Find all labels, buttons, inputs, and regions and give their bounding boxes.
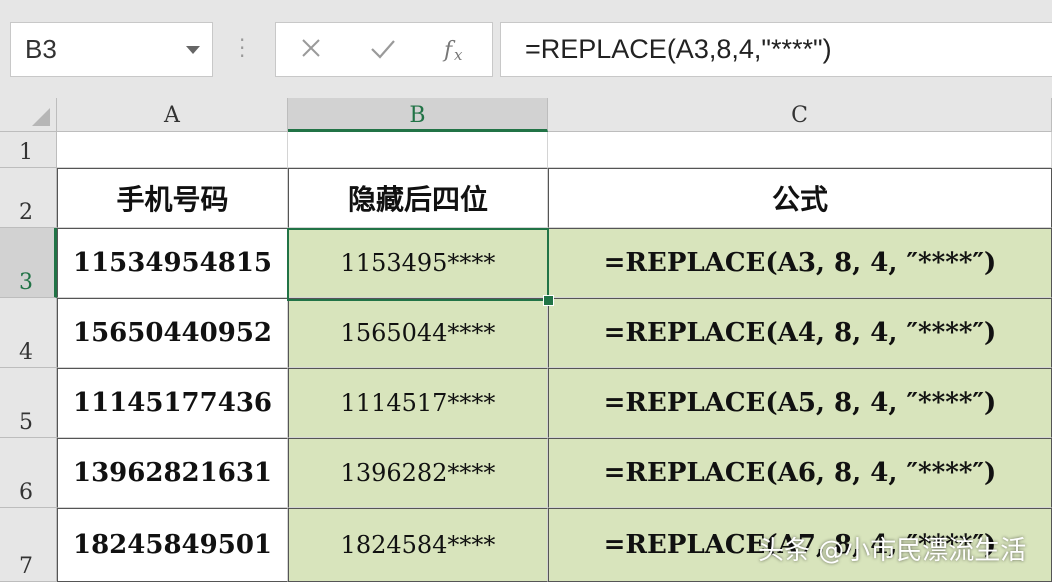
cell-a6[interactable]: 13962821631 <box>57 438 288 508</box>
formula-buttons: f x <box>275 22 493 77</box>
column-header-c[interactable]: C <box>548 98 1052 132</box>
cell-c4[interactable]: =REPLACE(A4, 8, 4, ″****″) <box>548 298 1052 368</box>
column-header-a[interactable]: A <box>57 98 288 132</box>
formula-input[interactable]: =REPLACE(A3,8,4,"****") <box>500 22 1052 77</box>
row-number: 1 <box>19 140 33 165</box>
cell-c5[interactable]: =REPLACE(A5, 8, 4, ″****″) <box>548 368 1052 438</box>
formula-text-cell: =REPLACE(A5, 8, 4, ″****″) <box>603 388 997 418</box>
phone-number: 11145177436 <box>73 388 272 418</box>
cell-b7[interactable]: 1824584**** <box>288 508 548 582</box>
masked-number: 1396282**** <box>340 459 496 487</box>
cell-b6[interactable]: 1396282**** <box>288 438 548 508</box>
cell-a5[interactable]: 11145177436 <box>57 368 288 438</box>
masked-number: 1565044**** <box>340 319 496 347</box>
masked-number: 1114517**** <box>340 389 496 417</box>
phone-number: 15650440952 <box>73 318 272 348</box>
formula-toolbar: B3 · · · f x =REPLACE(A3,8,4,"****") <box>0 0 1052 98</box>
row-header-1[interactable]: 1 <box>0 132 57 168</box>
select-all-triangle-icon <box>32 108 50 126</box>
row-number: 4 <box>19 340 33 365</box>
row-header-3[interactable]: 3 <box>0 228 57 298</box>
row-header-4[interactable]: 4 <box>0 298 57 368</box>
insert-function-icon[interactable]: f x <box>438 33 478 65</box>
cell-c1[interactable] <box>548 132 1052 168</box>
cell-a7[interactable]: 18245849501 <box>57 508 288 582</box>
row-header-6[interactable]: 6 <box>0 438 57 508</box>
watermark-text: 头条 @小市民漂流生活 <box>758 536 1027 566</box>
phone-number: 18245849501 <box>73 530 272 560</box>
more-options-icon[interactable]: · · · <box>239 30 245 66</box>
chevron-down-icon[interactable] <box>186 46 200 54</box>
row-header-7[interactable]: 7 <box>0 508 57 582</box>
phone-number: 13962821631 <box>73 458 272 488</box>
cancel-icon[interactable] <box>294 33 334 65</box>
cell-b3[interactable]: 1153495**** <box>288 228 548 298</box>
name-box-value: B3 <box>25 34 57 64</box>
cell-b1[interactable] <box>288 132 548 168</box>
header-phone: 手机号码 <box>116 183 229 216</box>
cell-a2[interactable]: 手机号码 <box>57 168 288 228</box>
select-all-button[interactable] <box>0 98 57 132</box>
svg-text:x: x <box>454 46 463 64</box>
row-number: 3 <box>19 270 33 295</box>
name-box[interactable]: B3 <box>10 22 213 77</box>
masked-number: 1824584**** <box>340 531 496 559</box>
cell-b4[interactable]: 1565044**** <box>288 298 548 368</box>
phone-number: 11534954815 <box>73 248 272 278</box>
enter-check-icon[interactable] <box>366 33 406 65</box>
cell-b2[interactable]: 隐藏后四位 <box>288 168 548 228</box>
cell-a4[interactable]: 15650440952 <box>57 298 288 368</box>
formula-text-cell: =REPLACE(A6, 8, 4, ″****″) <box>603 458 997 488</box>
row-header-2[interactable]: 2 <box>0 168 57 228</box>
formula-text-cell: =REPLACE(A3, 8, 4, ″****″) <box>603 248 997 278</box>
row-number: 5 <box>19 410 33 435</box>
fill-handle[interactable] <box>543 295 554 306</box>
cell-a1[interactable] <box>57 132 288 168</box>
column-header-b[interactable]: B <box>288 98 548 132</box>
cell-c2[interactable]: 公式 <box>548 168 1052 228</box>
row-number: 2 <box>19 200 33 225</box>
row-number: 7 <box>19 554 33 579</box>
cell-b5[interactable]: 1114517**** <box>288 368 548 438</box>
spreadsheet-grid: A B C 1 2 3 4 5 6 7 手机号码 隐藏后四位 公式 115349… <box>0 98 1052 582</box>
header-formula: 公式 <box>771 183 828 216</box>
cell-c6[interactable]: =REPLACE(A6, 8, 4, ″****″) <box>548 438 1052 508</box>
formula-text: =REPLACE(A3,8,4,"****") <box>525 34 832 64</box>
row-number: 6 <box>19 480 33 505</box>
masked-number: 1153495**** <box>340 249 496 277</box>
cell-a3[interactable]: 11534954815 <box>57 228 288 298</box>
row-header-5[interactable]: 5 <box>0 368 57 438</box>
header-masked: 隐藏后四位 <box>347 183 488 216</box>
cell-c3[interactable]: =REPLACE(A3, 8, 4, ″****″) <box>548 228 1052 298</box>
formula-text-cell: =REPLACE(A4, 8, 4, ″****″) <box>603 318 997 348</box>
